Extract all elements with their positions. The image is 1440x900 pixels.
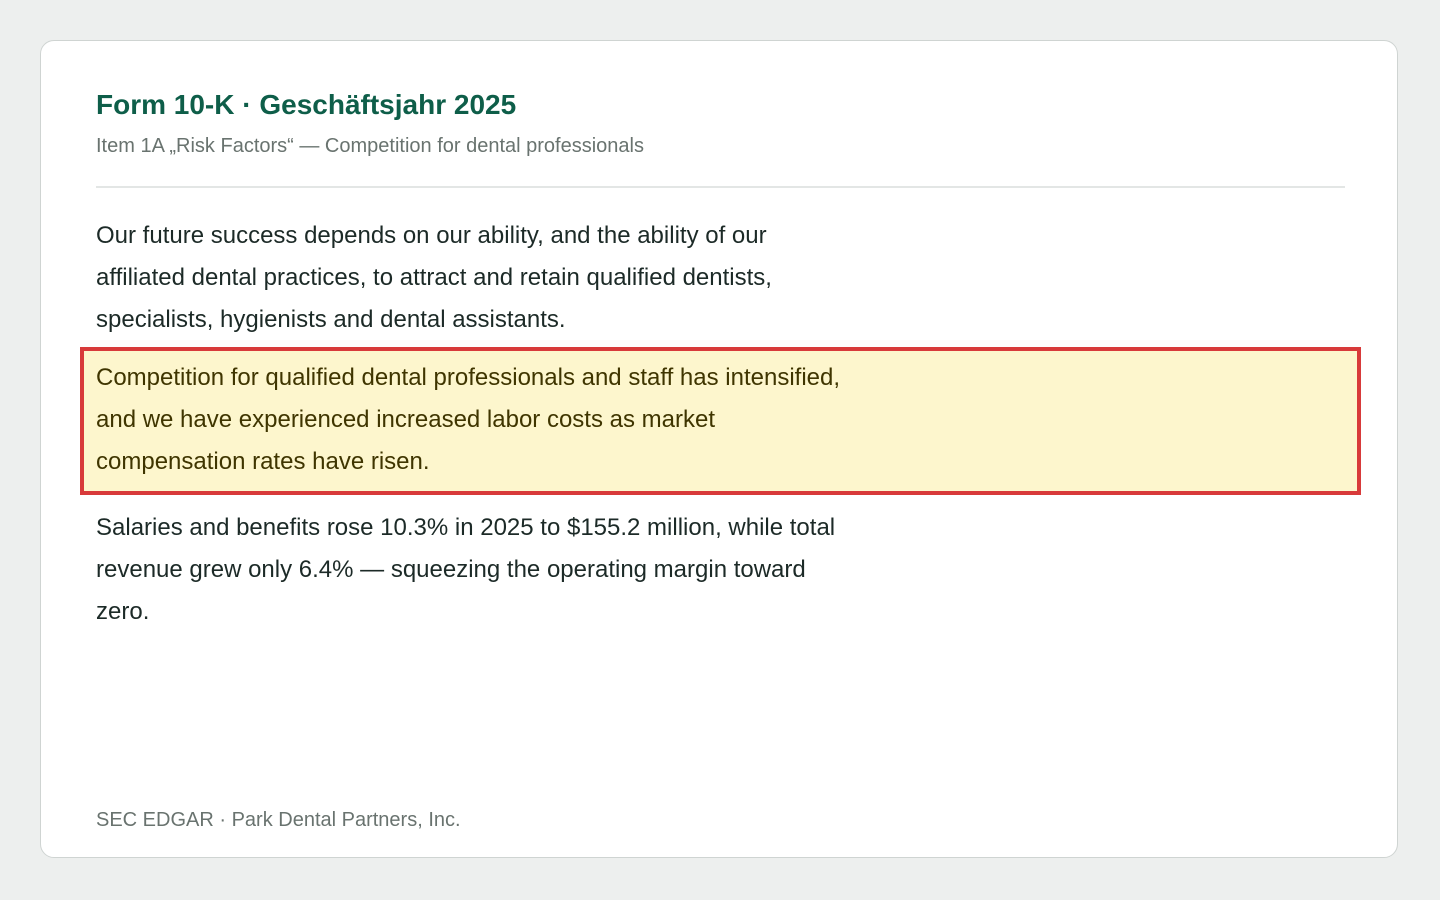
paragraph-figures: Salaries and benefits rose 10.3% in 2025… xyxy=(96,514,836,625)
page-title: Form 10-K · Geschäftsjahr 2025 xyxy=(96,89,517,120)
page-subtitle: Item 1A „Risk Factors“ — Competition for… xyxy=(96,135,644,157)
header-divider xyxy=(96,186,1345,188)
paragraph-intro: Our future success depends on our abilit… xyxy=(96,222,772,333)
paragraph-highlighted: Competition for qualified dental profess… xyxy=(96,364,841,475)
source-footer: SEC EDGAR · Park Dental Partners, Inc. xyxy=(96,809,461,831)
document-card: Form 10-K · Geschäftsjahr 2025 Item 1A „… xyxy=(40,40,1398,858)
highlighted-passage: Competition for qualified dental profess… xyxy=(80,347,1361,495)
